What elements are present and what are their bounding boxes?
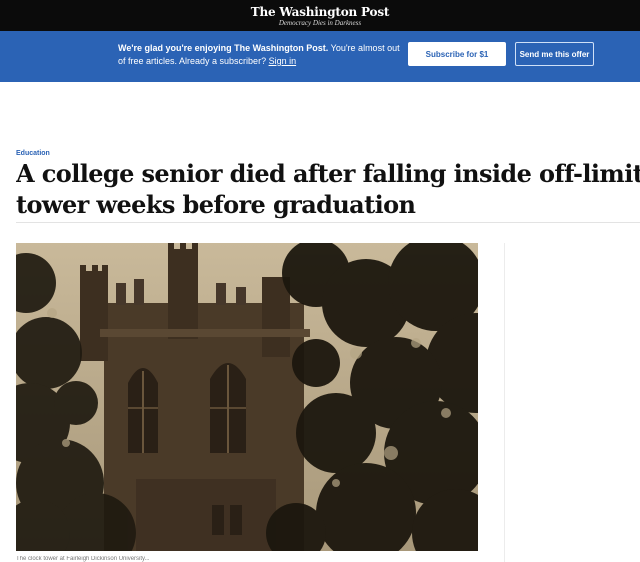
send-offer-button[interactable]: Send me this offer <box>515 42 594 66</box>
banner-bold-text: We're glad you're enjoying The Washingto… <box>118 43 329 53</box>
site-logo[interactable]: The Washington Post <box>0 5 640 19</box>
sidebar-divider <box>504 243 505 562</box>
header-divider <box>16 222 640 223</box>
subscribe-button[interactable]: Subscribe for $1 <box>408 42 506 66</box>
headline-line-1: A college senior died after falling insi… <box>16 159 640 188</box>
banner-message: We're glad you're enjoying The Washingto… <box>118 42 400 68</box>
subscription-banner: We're glad you're enjoying The Washingto… <box>0 31 640 82</box>
sign-in-link[interactable]: Sign in <box>269 56 297 66</box>
clock-tower-image <box>16 243 478 551</box>
photo-caption: The clock tower at Fairleigh Dickinson U… <box>16 556 150 562</box>
section-kicker[interactable]: Education <box>16 150 50 157</box>
article-photo <box>16 243 478 551</box>
article-headline: A college senior died after falling insi… <box>16 158 640 220</box>
masthead: The Washington Post Democracy Dies in Da… <box>0 0 640 31</box>
site-tagline: Democracy Dies in Darkness <box>278 19 362 27</box>
headline-line-2: tower weeks before graduation <box>16 190 416 219</box>
